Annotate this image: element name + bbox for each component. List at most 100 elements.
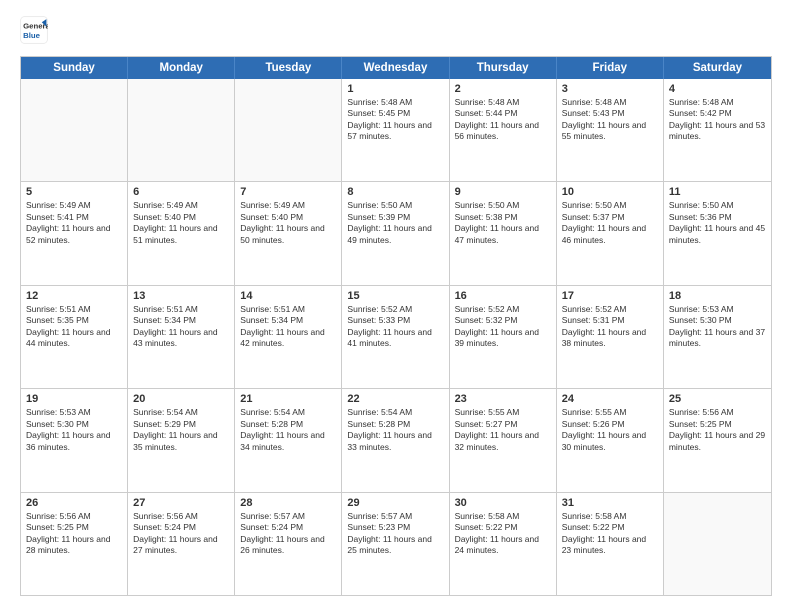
day-number: 11: [669, 186, 766, 198]
calendar-cell: 30Sunrise: 5:58 AM Sunset: 5:22 PM Dayli…: [450, 493, 557, 595]
day-number: 31: [562, 497, 658, 509]
calendar-cell: [664, 493, 771, 595]
day-number: 13: [133, 290, 229, 302]
day-info: Sunrise: 5:48 AM Sunset: 5:43 PM Dayligh…: [562, 97, 658, 143]
day-number: 16: [455, 290, 551, 302]
calendar-cell: 9 Sunrise: 5:50 AM Sunset: 5:38 PM Daylig…: [450, 182, 557, 284]
day-number: 3: [562, 83, 658, 95]
calendar-cell: [235, 79, 342, 181]
day-info: Sunrise: 5:55 AM Sunset: 5:26 PM Dayligh…: [562, 407, 658, 453]
calendar-cell: 7 Sunrise: 5:49 AM Sunset: 5:40 PM Daylig…: [235, 182, 342, 284]
calendar-cell: 25 Sunrise: 5:56 AM Sunset: 5:25 PM Dayli…: [664, 389, 771, 491]
day-info: Sunrise: 5:51 AM Sunset: 5:35 PM Dayligh…: [26, 304, 122, 350]
weekday-header: Friday: [557, 57, 664, 79]
calendar-cell: 6 Sunrise: 5:49 AM Sunset: 5:40 PM Daylig…: [128, 182, 235, 284]
calendar-cell: 12 Sunrise: 5:51 AM Sunset: 5:35 PM Dayli…: [21, 286, 128, 388]
logo-icon: General Blue: [20, 16, 48, 44]
calendar-row: 19 Sunrise: 5:53 AM Sunset: 5:30 PM Dayli…: [21, 388, 771, 491]
day-info: Sunrise: 5:57 AM Sunset: 5:24 PM Dayligh…: [240, 511, 336, 557]
day-number: 25: [669, 393, 766, 405]
calendar-cell: [128, 79, 235, 181]
calendar-cell: 3 Sunrise: 5:48 AM Sunset: 5:43 PM Daylig…: [557, 79, 664, 181]
weekday-header: Thursday: [450, 57, 557, 79]
calendar-cell: 16 Sunrise: 5:52 AM Sunset: 5:32 PM Dayli…: [450, 286, 557, 388]
day-info: Sunrise: 5:56 AM Sunset: 5:24 PM Dayligh…: [133, 511, 229, 557]
day-number: 26: [26, 497, 122, 509]
calendar-cell: [21, 79, 128, 181]
calendar-cell: 10 Sunrise: 5:50 AM Sunset: 5:37 PM Dayli…: [557, 182, 664, 284]
day-info: Sunrise: 5:50 AM Sunset: 5:36 PM Dayligh…: [669, 200, 766, 246]
day-info: Sunrise: 5:48 AM Sunset: 5:42 PM Dayligh…: [669, 97, 766, 143]
calendar-cell: 26Sunrise: 5:56 AM Sunset: 5:25 PM Dayli…: [21, 493, 128, 595]
calendar-cell: 23 Sunrise: 5:55 AM Sunset: 5:27 PM Dayli…: [450, 389, 557, 491]
day-number: 23: [455, 393, 551, 405]
day-number: 17: [562, 290, 658, 302]
day-info: Sunrise: 5:53 AM Sunset: 5:30 PM Dayligh…: [669, 304, 766, 350]
calendar-cell: 15Sunrise: 5:52 AM Sunset: 5:33 PM Dayli…: [342, 286, 449, 388]
svg-text:Blue: Blue: [23, 31, 41, 40]
day-number: 6: [133, 186, 229, 198]
day-info: Sunrise: 5:49 AM Sunset: 5:40 PM Dayligh…: [133, 200, 229, 246]
calendar-cell: 8 Sunrise: 5:50 AM Sunset: 5:39 PM Daylig…: [342, 182, 449, 284]
calendar-cell: 11 Sunrise: 5:50 AM Sunset: 5:36 PM Dayli…: [664, 182, 771, 284]
day-info: Sunrise: 5:54 AM Sunset: 5:28 PM Dayligh…: [240, 407, 336, 453]
day-info: Sunrise: 5:49 AM Sunset: 5:41 PM Dayligh…: [26, 200, 122, 246]
day-number: 22: [347, 393, 443, 405]
day-number: 12: [26, 290, 122, 302]
day-number: 28: [240, 497, 336, 509]
calendar-cell: 29Sunrise: 5:57 AM Sunset: 5:23 PM Dayli…: [342, 493, 449, 595]
day-number: 10: [562, 186, 658, 198]
weekday-header: Wednesday: [342, 57, 449, 79]
day-info: Sunrise: 5:52 AM Sunset: 5:32 PM Dayligh…: [455, 304, 551, 350]
calendar-row: 12 Sunrise: 5:51 AM Sunset: 5:35 PM Dayli…: [21, 285, 771, 388]
day-info: Sunrise: 5:50 AM Sunset: 5:39 PM Dayligh…: [347, 200, 443, 246]
calendar-cell: 17Sunrise: 5:52 AM Sunset: 5:31 PM Dayli…: [557, 286, 664, 388]
calendar-cell: 13Sunrise: 5:51 AM Sunset: 5:34 PM Dayli…: [128, 286, 235, 388]
day-number: 18: [669, 290, 766, 302]
day-number: 30: [455, 497, 551, 509]
calendar-header: SundayMondayTuesdayWednesdayThursdayFrid…: [21, 57, 771, 79]
weekday-header: Monday: [128, 57, 235, 79]
day-info: Sunrise: 5:55 AM Sunset: 5:27 PM Dayligh…: [455, 407, 551, 453]
calendar-cell: 28 Sunrise: 5:57 AM Sunset: 5:24 PM Dayli…: [235, 493, 342, 595]
calendar-cell: 4 Sunrise: 5:48 AM Sunset: 5:42 PM Daylig…: [664, 79, 771, 181]
day-info: Sunrise: 5:48 AM Sunset: 5:45 PM Dayligh…: [347, 97, 443, 143]
weekday-header: Tuesday: [235, 57, 342, 79]
page-header: General Blue: [20, 16, 772, 44]
day-info: Sunrise: 5:58 AM Sunset: 5:22 PM Dayligh…: [562, 511, 658, 557]
calendar-body: 1 Sunrise: 5:48 AM Sunset: 5:45 PM Daylig…: [21, 79, 771, 595]
calendar-cell: 14Sunrise: 5:51 AM Sunset: 5:34 PM Dayli…: [235, 286, 342, 388]
day-number: 4: [669, 83, 766, 95]
day-number: 7: [240, 186, 336, 198]
day-number: 9: [455, 186, 551, 198]
weekday-header: Saturday: [664, 57, 771, 79]
day-number: 14: [240, 290, 336, 302]
calendar-cell: 5 Sunrise: 5:49 AM Sunset: 5:41 PM Daylig…: [21, 182, 128, 284]
calendar-cell: 20Sunrise: 5:54 AM Sunset: 5:29 PM Dayli…: [128, 389, 235, 491]
day-info: Sunrise: 5:48 AM Sunset: 5:44 PM Dayligh…: [455, 97, 551, 143]
calendar-cell: 18 Sunrise: 5:53 AM Sunset: 5:30 PM Dayli…: [664, 286, 771, 388]
day-number: 19: [26, 393, 122, 405]
day-info: Sunrise: 5:54 AM Sunset: 5:29 PM Dayligh…: [133, 407, 229, 453]
day-number: 24: [562, 393, 658, 405]
day-info: Sunrise: 5:50 AM Sunset: 5:38 PM Dayligh…: [455, 200, 551, 246]
day-number: 15: [347, 290, 443, 302]
day-number: 8: [347, 186, 443, 198]
day-number: 1: [347, 83, 443, 95]
calendar-row: 5 Sunrise: 5:49 AM Sunset: 5:41 PM Daylig…: [21, 181, 771, 284]
calendar-cell: 27 Sunrise: 5:56 AM Sunset: 5:24 PM Dayli…: [128, 493, 235, 595]
day-info: Sunrise: 5:49 AM Sunset: 5:40 PM Dayligh…: [240, 200, 336, 246]
calendar-cell: 21Sunrise: 5:54 AM Sunset: 5:28 PM Dayli…: [235, 389, 342, 491]
day-number: 5: [26, 186, 122, 198]
day-info: Sunrise: 5:50 AM Sunset: 5:37 PM Dayligh…: [562, 200, 658, 246]
calendar-cell: 1 Sunrise: 5:48 AM Sunset: 5:45 PM Daylig…: [342, 79, 449, 181]
day-info: Sunrise: 5:53 AM Sunset: 5:30 PM Dayligh…: [26, 407, 122, 453]
calendar-cell: 2 Sunrise: 5:48 AM Sunset: 5:44 PM Daylig…: [450, 79, 557, 181]
day-number: 2: [455, 83, 551, 95]
day-info: Sunrise: 5:54 AM Sunset: 5:28 PM Dayligh…: [347, 407, 443, 453]
calendar-cell: 31 Sunrise: 5:58 AM Sunset: 5:22 PM Dayli…: [557, 493, 664, 595]
day-number: 27: [133, 497, 229, 509]
day-number: 29: [347, 497, 443, 509]
calendar-cell: 22 Sunrise: 5:54 AM Sunset: 5:28 PM Dayli…: [342, 389, 449, 491]
day-info: Sunrise: 5:56 AM Sunset: 5:25 PM Dayligh…: [669, 407, 766, 453]
